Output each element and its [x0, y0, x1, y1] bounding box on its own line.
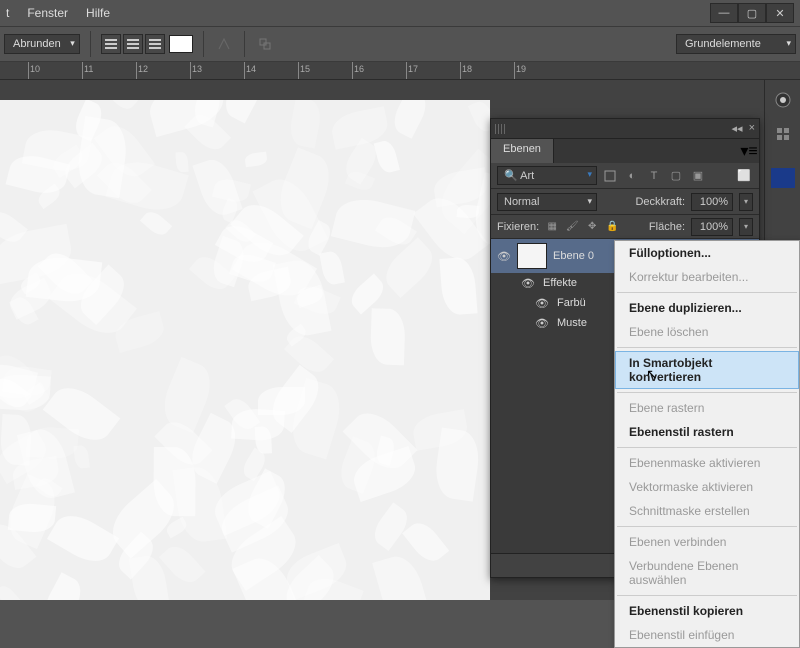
- ctx-item: Ebene löschen: [615, 320, 799, 344]
- filter-adjustment-icon[interactable]: ◐: [623, 167, 641, 185]
- visibility-icon[interactable]: 👁: [497, 250, 511, 263]
- window-controls: — ▢ ✕: [710, 3, 794, 23]
- corner-dropdown[interactable]: Abrunden: [4, 34, 80, 54]
- workspace-dropdown[interactable]: Grundelemente: [676, 34, 796, 54]
- dock-swatch[interactable]: [771, 168, 795, 188]
- options-toolbar: Abrunden Grundelemente: [0, 26, 800, 62]
- swatches-icon[interactable]: [769, 120, 797, 148]
- visibility-icon[interactable]: 👁: [535, 297, 549, 310]
- ctx-item[interactable]: Ebene duplizieren...: [615, 296, 799, 320]
- panel-close-icon[interactable]: ×: [749, 122, 755, 135]
- lock-position-icon[interactable]: ✥: [585, 220, 599, 234]
- filter-type-dropdown[interactable]: 🔍 Art: [497, 166, 597, 185]
- layer-name[interactable]: Ebene 0: [553, 250, 594, 262]
- divider: [244, 31, 245, 57]
- maximize-button[interactable]: ▢: [738, 3, 766, 23]
- warp-icon: [214, 34, 234, 54]
- fill-swatch[interactable]: [169, 35, 193, 53]
- panel-menu-icon[interactable]: ▾≡: [739, 139, 759, 163]
- opacity-label: Deckkraft:: [635, 196, 685, 208]
- filter-smart-icon[interactable]: ▣: [689, 167, 707, 185]
- close-button[interactable]: ✕: [766, 3, 794, 23]
- divider: [90, 31, 91, 57]
- align-group: [101, 34, 165, 54]
- align-left-button[interactable]: [101, 34, 121, 54]
- filter-shape-icon[interactable]: ▢: [667, 167, 685, 185]
- opacity-input[interactable]: 100%: [691, 193, 733, 211]
- layer-thumbnail[interactable]: [517, 243, 547, 269]
- ctx-item[interactable]: Ebenenstil kopieren: [615, 599, 799, 623]
- align-center-button[interactable]: [123, 34, 143, 54]
- ctx-item: Korrektur bearbeiten...: [615, 265, 799, 289]
- panel-tabs: Ebenen ▾≡: [491, 139, 759, 163]
- divider: [203, 31, 204, 57]
- menubar: t Fenster Hilfe — ▢ ✕: [0, 0, 800, 26]
- ctx-item: Verbundene Ebenen auswählen: [615, 554, 799, 592]
- panel-header[interactable]: ◂◂ ×: [491, 119, 759, 139]
- fill-arrow-icon[interactable]: ▾: [739, 218, 753, 236]
- fill-label: Fläche:: [649, 221, 685, 233]
- ctx-item: Ebene rastern: [615, 396, 799, 420]
- blend-mode-row: Normal Deckkraft: 100% ▾: [491, 189, 759, 215]
- tab-ebenen[interactable]: Ebenen: [491, 139, 554, 163]
- filter-toggle[interactable]: ⬜: [735, 167, 753, 185]
- ctx-item: Ebenenmaske aktivieren: [615, 451, 799, 475]
- layer-filter-row: 🔍 Art ◐ T ▢ ▣ ⬜: [491, 163, 759, 189]
- lock-label: Fixieren:: [497, 221, 539, 233]
- filter-pixel-icon[interactable]: [601, 167, 619, 185]
- menu-item-truncated[interactable]: t: [6, 6, 9, 20]
- menu-item-fenster[interactable]: Fenster: [27, 6, 68, 20]
- color-icon[interactable]: [769, 86, 797, 114]
- ctx-item: Ebenen verbinden: [615, 530, 799, 554]
- visibility-icon[interactable]: 👁: [521, 277, 535, 290]
- panel-collapse-icon[interactable]: ◂◂: [732, 122, 743, 135]
- opacity-arrow-icon[interactable]: ▾: [739, 193, 753, 211]
- ctx-item[interactable]: Ebenenstil rastern: [615, 420, 799, 444]
- blend-mode-dropdown[interactable]: Normal: [497, 193, 597, 211]
- visibility-icon[interactable]: 👁: [535, 317, 549, 330]
- ctx-item: Vektormaske aktivieren: [615, 475, 799, 499]
- arrange-icon[interactable]: [255, 34, 275, 54]
- ctx-item[interactable]: Fülloptionen...: [615, 241, 799, 265]
- layer-context-menu: Fülloptionen...Korrektur bearbeiten... Eb…: [614, 240, 800, 648]
- ctx-item: Ebenenstil einfügen: [615, 623, 799, 647]
- align-right-button[interactable]: [145, 34, 165, 54]
- lock-all-icon[interactable]: 🔒: [605, 220, 619, 234]
- filter-type-icon[interactable]: T: [645, 167, 663, 185]
- lock-pixels-icon[interactable]: 🖌: [565, 220, 579, 234]
- lock-row: Fixieren: ▦ 🖌 ✥ 🔒 Fläche: 100% ▾: [491, 215, 759, 239]
- document-canvas[interactable]: [0, 100, 490, 600]
- horizontal-ruler: 10111213141516171819: [0, 62, 800, 80]
- ctx-item[interactable]: In Smartobjekt konvertieren: [615, 351, 799, 389]
- lock-transparency-icon[interactable]: ▦: [545, 220, 559, 234]
- ctx-item: Schnittmaske erstellen: [615, 499, 799, 523]
- menu-item-hilfe[interactable]: Hilfe: [86, 6, 110, 20]
- minimize-button[interactable]: —: [710, 3, 738, 23]
- fill-input[interactable]: 100%: [691, 218, 733, 236]
